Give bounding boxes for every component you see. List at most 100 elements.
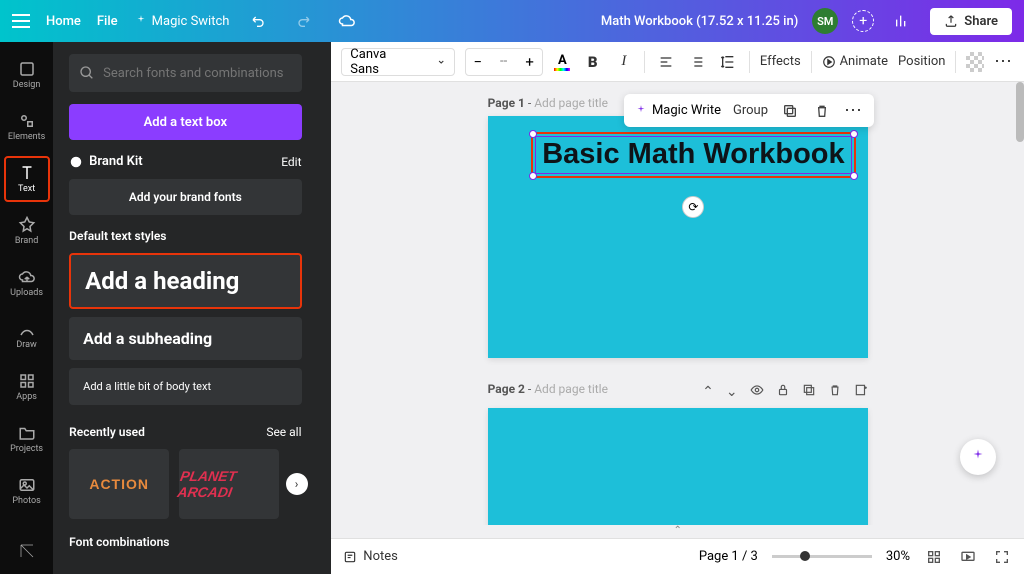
- font-size-control[interactable]: − +: [465, 48, 543, 76]
- analytics-icon[interactable]: [888, 7, 916, 35]
- search-input[interactable]: [69, 54, 301, 92]
- spacing-button[interactable]: [718, 50, 739, 74]
- avatar[interactable]: SM: [812, 8, 838, 34]
- magic-switch-button[interactable]: Magic Switch: [134, 14, 230, 29]
- add-heading-button[interactable]: Add a heading: [69, 253, 301, 309]
- zoom-slider[interactable]: [772, 555, 872, 558]
- notes-button[interactable]: Notes: [343, 549, 398, 564]
- zoom-value[interactable]: 30%: [886, 549, 910, 564]
- scrollbar-vertical[interactable]: [1016, 82, 1024, 525]
- page-delete-button[interactable]: [828, 383, 842, 401]
- rail-draw[interactable]: Draw: [4, 312, 50, 358]
- transparency-button[interactable]: [966, 52, 984, 72]
- rail-projects[interactable]: Projects: [4, 416, 50, 462]
- bold-button[interactable]: B: [582, 50, 603, 74]
- font-size-increase[interactable]: +: [518, 49, 542, 75]
- animate-button[interactable]: Animate: [822, 54, 888, 69]
- font-select[interactable]: Canva Sans: [341, 48, 454, 76]
- font-size-decrease[interactable]: −: [466, 49, 490, 75]
- more-options-button[interactable]: ⋯: [994, 51, 1014, 72]
- selected-textbox[interactable]: Basic Math Workbook ⟳: [531, 132, 855, 178]
- brandkit-label: Brand Kit: [69, 154, 143, 169]
- add-subheading-button[interactable]: Add a subheading: [69, 317, 301, 360]
- panel-collapse: ‹: [318, 42, 332, 574]
- redo-button[interactable]: [289, 7, 317, 35]
- fullscreen-button[interactable]: [992, 547, 1012, 567]
- menu-icon[interactable]: [12, 14, 30, 28]
- canvas-area: Canva Sans − + A B I Effects: [331, 42, 1024, 574]
- text-color-button[interactable]: A: [553, 51, 572, 73]
- magic-write-button[interactable]: Magic Write: [634, 103, 721, 118]
- add-textbox-button[interactable]: Add a text box: [69, 104, 301, 140]
- position-button[interactable]: Position: [898, 54, 945, 69]
- upload-icon: [944, 14, 958, 28]
- page-2-canvas[interactable]: [488, 408, 868, 525]
- recent-next-button[interactable]: ›: [286, 473, 308, 495]
- home-button[interactable]: Home: [46, 14, 81, 29]
- default-styles-label: Default text styles: [69, 229, 301, 243]
- page-duplicate-button[interactable]: [802, 383, 816, 401]
- rail-uploads[interactable]: Uploads: [4, 260, 50, 306]
- add-body-text-button[interactable]: Add a little bit of body text: [69, 368, 301, 405]
- align-button[interactable]: [655, 50, 676, 74]
- sparkle-icon: [969, 448, 987, 466]
- page-2-label[interactable]: Page 2 - Add page title: [488, 382, 608, 396]
- page-lock-button[interactable]: [776, 383, 790, 401]
- effects-button[interactable]: Effects: [760, 54, 801, 69]
- rail-more[interactable]: [4, 528, 50, 574]
- sparkle-icon: [134, 14, 148, 28]
- resize-handle-br[interactable]: [850, 172, 858, 180]
- redo-icon: [295, 13, 311, 29]
- see-all-link[interactable]: See all: [266, 425, 301, 439]
- share-button[interactable]: Share: [930, 8, 1012, 35]
- side-rail: Design Elements Text Brand Uploads Draw …: [0, 42, 53, 574]
- rail-elements[interactable]: Elements: [4, 104, 50, 150]
- page-add-button[interactable]: [854, 383, 868, 401]
- canvas-scroll[interactable]: Page 1 - Add page title Basic Math Workb…: [331, 82, 1024, 525]
- grid-view-button[interactable]: [924, 547, 944, 567]
- assistant-fab[interactable]: [960, 439, 996, 475]
- file-button[interactable]: File: [97, 14, 118, 29]
- rail-brand[interactable]: Brand: [4, 208, 50, 254]
- sparkle-icon: [634, 104, 648, 118]
- recent-items: ACTION PLANET ARCADI ›: [69, 449, 301, 519]
- add-collaborator-button[interactable]: +: [852, 10, 874, 32]
- italic-button[interactable]: I: [613, 50, 634, 74]
- group-button[interactable]: Group: [733, 103, 768, 118]
- document-name[interactable]: Math Workbook (17.52 x 11.25 in): [601, 14, 798, 29]
- search-icon: [79, 65, 95, 81]
- floating-more-button[interactable]: ⋯: [844, 100, 864, 121]
- font-size-input[interactable]: [490, 54, 518, 69]
- rail-text[interactable]: Text: [4, 156, 50, 202]
- copy-button[interactable]: [780, 101, 800, 121]
- delete-button[interactable]: [812, 101, 832, 121]
- edit-brandkit-link[interactable]: Edit: [281, 155, 301, 169]
- page-counter[interactable]: Page 1 / 3: [699, 549, 758, 564]
- body: Design Elements Text Brand Uploads Draw …: [0, 42, 1024, 574]
- topbar-left: Home File Magic Switch: [12, 7, 587, 35]
- textbox-content[interactable]: Basic Math Workbook: [535, 136, 851, 174]
- page-view-button[interactable]: [750, 383, 764, 401]
- undo-button[interactable]: [245, 7, 273, 35]
- brandkit-icon: [69, 155, 83, 169]
- resize-handle-bl[interactable]: [529, 172, 537, 180]
- page-up-button[interactable]: ⌃: [702, 384, 714, 400]
- recent-template-2[interactable]: PLANET ARCADI: [179, 449, 279, 519]
- page-1-canvas[interactable]: Basic Math Workbook ⟳: [488, 116, 868, 358]
- list-button[interactable]: [687, 50, 708, 74]
- present-button[interactable]: [958, 547, 978, 567]
- resize-handle-tr[interactable]: [850, 130, 858, 138]
- chevron-down-icon: [437, 57, 445, 67]
- rail-apps[interactable]: Apps: [4, 364, 50, 410]
- expand-pages-tab[interactable]: ⌃: [331, 525, 1024, 536]
- cloud-sync-icon[interactable]: [333, 7, 361, 35]
- page-2: Page 2 - Add page title ⌃ ⌄: [488, 382, 868, 525]
- rotate-handle[interactable]: ⟳: [682, 196, 704, 218]
- rail-photos[interactable]: Photos: [4, 468, 50, 514]
- page-down-button[interactable]: ⌄: [726, 384, 738, 400]
- bottombar: Notes Page 1 / 3 30%: [331, 538, 1024, 574]
- page-controls: ⌃ ⌄: [702, 383, 867, 401]
- add-brand-fonts-button[interactable]: Add your brand fonts: [69, 179, 301, 215]
- rail-design[interactable]: Design: [4, 52, 50, 98]
- recent-template-1[interactable]: ACTION: [69, 449, 169, 519]
